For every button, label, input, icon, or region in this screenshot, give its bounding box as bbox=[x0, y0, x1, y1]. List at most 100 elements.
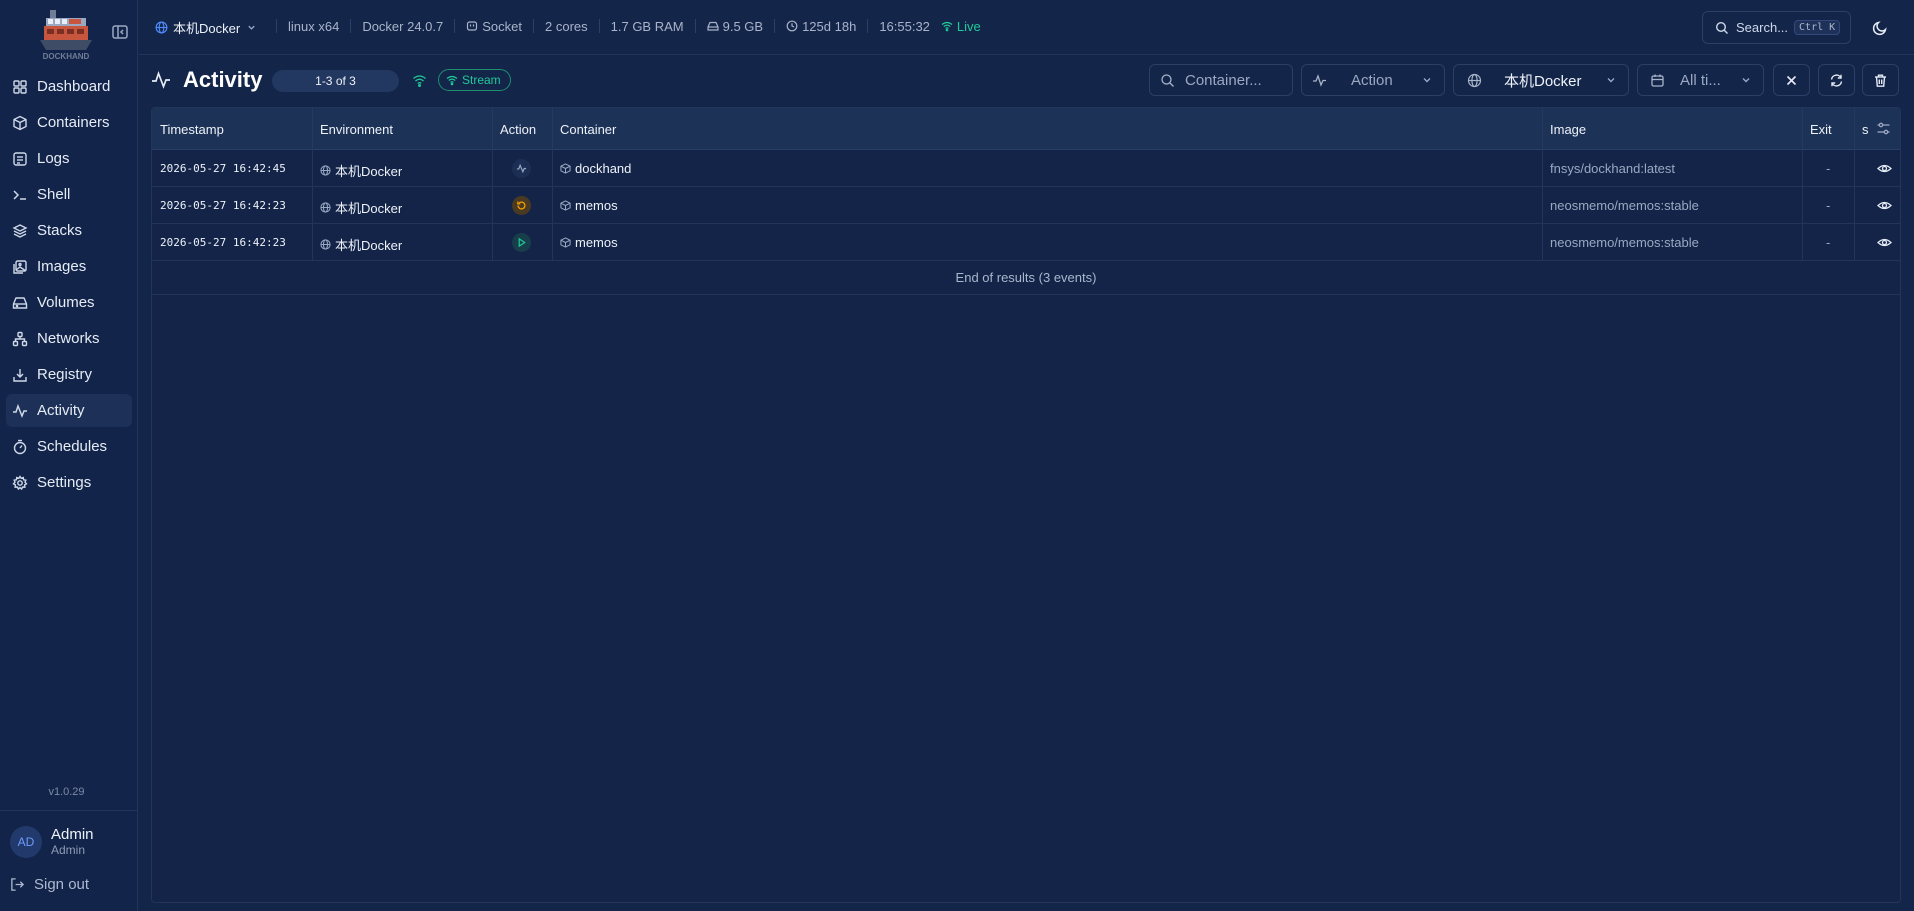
eye-icon[interactable] bbox=[1877, 161, 1892, 176]
svg-text:DOCKHAND: DOCKHAND bbox=[43, 52, 90, 61]
action-filter-value: Action bbox=[1351, 71, 1393, 89]
wifi-icon bbox=[446, 74, 458, 86]
sidebar-item-networks[interactable]: Networks bbox=[6, 322, 132, 355]
container-filter-input[interactable]: Container... bbox=[1149, 64, 1293, 96]
environment-selector[interactable]: 本机Docker bbox=[155, 18, 257, 37]
table-row[interactable]: 2026-05-27 16:42:23 本机Docker memos neosm… bbox=[152, 224, 1900, 261]
activity-header: Activity 1-3 of 3 Stream Container... Ac… bbox=[150, 62, 1900, 98]
user-profile[interactable]: AD Admin Admin bbox=[10, 826, 94, 858]
column-image[interactable]: Image bbox=[1550, 122, 1586, 137]
sidebar-item-label: Activity bbox=[37, 402, 85, 419]
table-row[interactable]: 2026-05-27 16:42:45 本机Docker dockhand fn… bbox=[152, 150, 1900, 187]
log-out-icon bbox=[10, 877, 25, 892]
sidebar-item-images[interactable]: Images bbox=[6, 250, 132, 283]
app-version: v1.0.29 bbox=[48, 786, 85, 798]
globe-icon bbox=[320, 202, 331, 213]
stream-toggle[interactable]: Stream bbox=[438, 69, 511, 91]
column-action[interactable]: Action bbox=[500, 122, 536, 137]
sidebar-item-schedules[interactable]: Schedules bbox=[6, 430, 132, 463]
table-row[interactable]: 2026-05-27 16:42:23 本机Docker memos neosm… bbox=[152, 187, 1900, 224]
sidebar: DOCKHAND Dashboard Containers Logs Shell… bbox=[0, 0, 138, 911]
sidebar-item-activity[interactable]: Activity bbox=[6, 394, 132, 427]
column-divider bbox=[1854, 150, 1855, 187]
column-divider bbox=[312, 150, 313, 187]
timer-icon bbox=[12, 439, 28, 455]
column-divider bbox=[552, 150, 553, 187]
row-container[interactable]: memos bbox=[560, 235, 618, 250]
socket-icon bbox=[466, 20, 478, 32]
sidebar-item-label: Registry bbox=[37, 366, 93, 383]
activity-icon bbox=[1312, 73, 1327, 88]
sidebar-item-shell[interactable]: Shell bbox=[6, 178, 132, 211]
column-divider bbox=[552, 224, 553, 261]
time-range-select[interactable]: All ti... bbox=[1637, 64, 1764, 96]
live-label: Live bbox=[956, 18, 981, 34]
stat-cores: 2 cores bbox=[533, 19, 599, 34]
globe-icon bbox=[320, 165, 331, 176]
column-settings-icon[interactable] bbox=[1876, 121, 1891, 136]
row-image: neosmemo/memos:stable bbox=[1550, 235, 1699, 250]
column-environment[interactable]: Environment bbox=[320, 122, 393, 137]
environment-name: 本机Docker bbox=[173, 21, 241, 36]
chevron-down-icon bbox=[1740, 74, 1752, 86]
sidebar-item-volumes[interactable]: Volumes bbox=[6, 286, 132, 319]
action-restart-icon bbox=[512, 196, 531, 215]
sidebar-item-label: Dashboard bbox=[37, 78, 111, 95]
sidebar-item-dashboard[interactable]: Dashboard bbox=[6, 70, 132, 103]
stat-disk: 9.5 GB bbox=[694, 18, 774, 34]
clear-filters-button[interactable] bbox=[1773, 64, 1810, 96]
column-divider bbox=[1542, 187, 1543, 224]
environment-filter-select[interactable]: 本机Docker bbox=[1453, 64, 1629, 96]
download-icon bbox=[12, 367, 28, 383]
box-icon bbox=[560, 237, 571, 248]
sidebar-item-containers[interactable]: Containers bbox=[6, 106, 132, 139]
sign-out-label: Sign out bbox=[34, 876, 90, 893]
sidebar-item-label: Schedules bbox=[37, 438, 108, 455]
activity-icon bbox=[151, 70, 171, 90]
row-exit: - bbox=[1826, 235, 1831, 250]
search-icon bbox=[1715, 21, 1729, 35]
hard-drive-icon bbox=[707, 20, 719, 32]
sidebar-collapse-icon[interactable] bbox=[110, 22, 130, 42]
row-image: neosmemo/memos:stable bbox=[1550, 198, 1699, 213]
action-filter-select[interactable]: Action bbox=[1301, 64, 1445, 96]
column-exit[interactable]: Exit bbox=[1810, 122, 1832, 137]
stat-disk-label: 9.5 GB bbox=[722, 18, 764, 34]
row-exit: - bbox=[1826, 161, 1831, 176]
stat-os-label: linux x64 bbox=[288, 18, 340, 34]
sidebar-item-settings[interactable]: Settings bbox=[6, 466, 132, 499]
delete-events-button[interactable] bbox=[1862, 64, 1899, 96]
terminal-icon bbox=[12, 187, 28, 203]
activity-table: Timestamp Environment Action Container I… bbox=[151, 107, 1901, 903]
sidebar-item-registry[interactable]: Registry bbox=[6, 358, 132, 391]
moon-icon[interactable] bbox=[1871, 19, 1889, 37]
sidebar-nav: Dashboard Containers Logs Shell Stacks I… bbox=[0, 70, 138, 502]
column-divider bbox=[1854, 108, 1855, 150]
user-role: Admin bbox=[51, 843, 86, 857]
row-container[interactable]: dockhand bbox=[560, 161, 631, 176]
result-count-badge: 1-3 of 3 bbox=[272, 70, 399, 92]
sidebar-item-stacks[interactable]: Stacks bbox=[6, 214, 132, 247]
sidebar-item-label: Logs bbox=[37, 150, 70, 167]
row-environment-label: 本机Docker bbox=[335, 201, 403, 216]
column-timestamp[interactable]: Timestamp bbox=[160, 122, 224, 137]
column-divider bbox=[1542, 224, 1543, 261]
sidebar-item-logs[interactable]: Logs bbox=[6, 142, 132, 175]
wifi-icon bbox=[412, 73, 427, 88]
dockhand-logo[interactable]: DOCKHAND bbox=[36, 6, 96, 62]
action-start-icon bbox=[512, 233, 531, 252]
eye-icon[interactable] bbox=[1877, 235, 1892, 250]
network-icon bbox=[12, 331, 28, 347]
global-search-button[interactable]: Search... Ctrl K bbox=[1702, 11, 1851, 44]
column-divider bbox=[552, 187, 553, 224]
row-container[interactable]: memos bbox=[560, 198, 618, 213]
stat-connection-label: Socket bbox=[482, 18, 522, 34]
sign-out-button[interactable]: Sign out bbox=[10, 876, 89, 893]
column-extra[interactable]: s bbox=[1862, 122, 1869, 137]
row-container-label: memos bbox=[575, 235, 618, 250]
sidebar-item-label: Images bbox=[37, 258, 87, 275]
column-container[interactable]: Container bbox=[560, 122, 616, 137]
eye-icon[interactable] bbox=[1877, 198, 1892, 213]
page-title: Activity bbox=[183, 67, 263, 92]
refresh-button[interactable] bbox=[1818, 64, 1855, 96]
